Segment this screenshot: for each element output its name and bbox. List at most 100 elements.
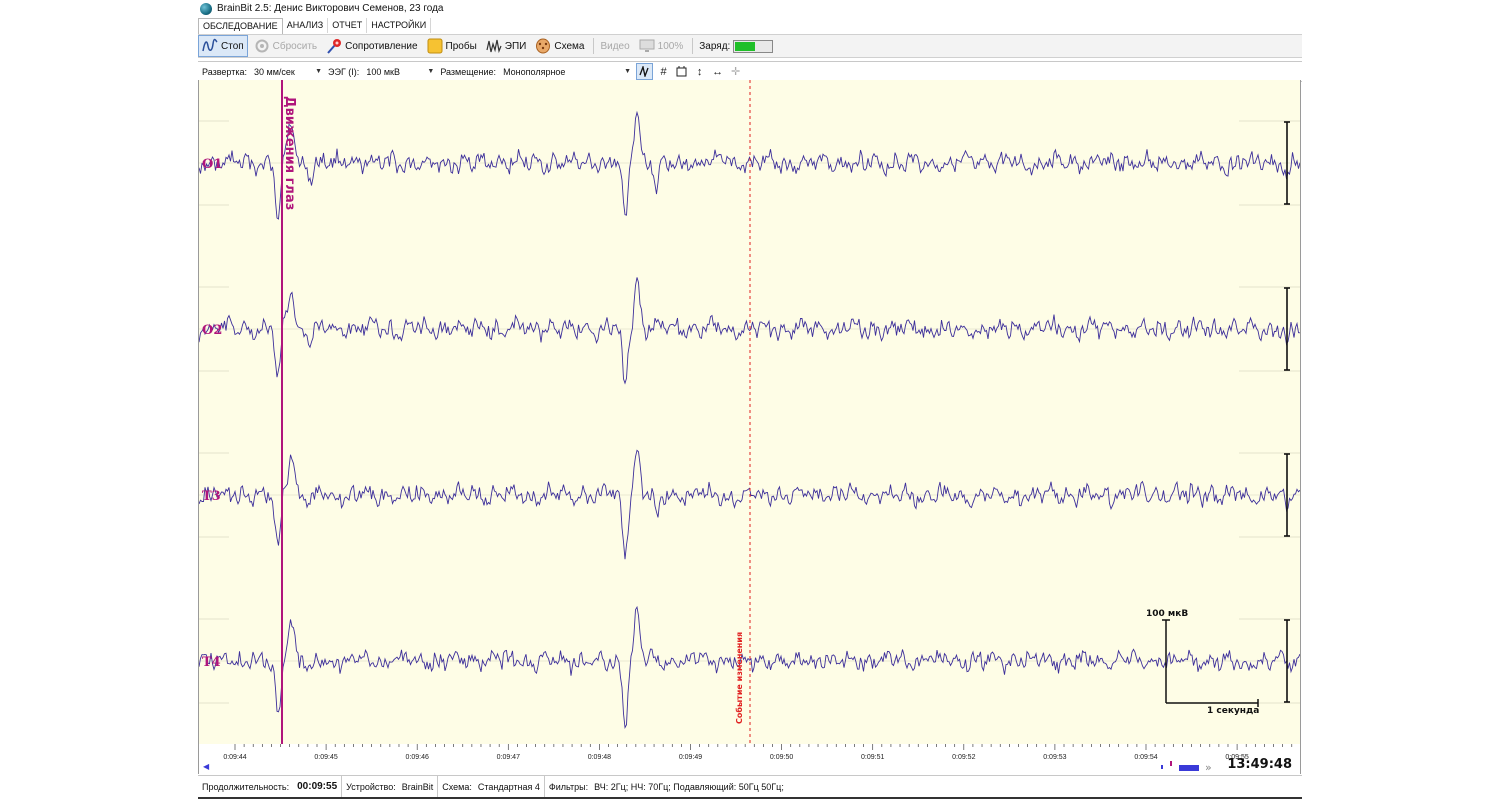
grid-toggle-button[interactable]: # (656, 64, 671, 79)
svg-text:»: » (1205, 761, 1212, 773)
probes-icon (427, 38, 443, 54)
channel-label-o2: O2 (202, 323, 222, 338)
tick-label: 0:09:48 (587, 754, 612, 761)
tick-label: 0:09:50 (769, 754, 794, 761)
chevron-down-icon: ▼ (624, 67, 632, 75)
reset-label: Сбросить (272, 40, 318, 52)
tab-report[interactable]: ОТЧЕТ (328, 18, 368, 33)
tick-label: 0:09:51 (861, 754, 885, 761)
tick-label: 0:09:53 (1043, 754, 1067, 761)
tab-analysis[interactable]: АНАЛИЗ (283, 18, 329, 33)
chevron-down-icon: ▼ (427, 67, 435, 75)
impedance-label: Сопротивление (345, 40, 418, 52)
eeg-trace-t4 (199, 605, 1300, 729)
filters-value: ВЧ: 2Гц; НЧ: 70Гц; Подавляющий: 50Гц 50Г… (594, 781, 784, 792)
window-title: BrainBit 2.5: Денис Викторович Семенов, … (217, 3, 444, 14)
tick-label: 0:09:52 (952, 754, 976, 761)
reset-icon (255, 39, 269, 53)
tick-label: 0:09:46 (405, 754, 429, 761)
tick-label: 0:09:54 (1134, 754, 1158, 761)
signal-traces (199, 110, 1300, 729)
status-filters: Фильтры: ВЧ: 2Гц; НЧ: 70Гц; Подавляющий:… (545, 776, 788, 797)
title-bar: BrainBit 2.5: Денис Викторович Семенов, … (198, 0, 1302, 17)
placement-select[interactable]: Монополярное ▼ (500, 64, 634, 79)
calibration-marker: 100 мкВ 1 секунда (1146, 609, 1259, 716)
crosshair-icon: ✛ (730, 66, 741, 78)
channel-label-o1: O1 (202, 157, 222, 172)
chevron-down-icon: ▼ (315, 67, 322, 75)
probes-button[interactable]: Пробы (424, 36, 480, 56)
tick-label: 0:09:44 (223, 754, 247, 761)
probes-label: Пробы (445, 40, 477, 52)
battery-icon (733, 39, 774, 53)
channel-label-t3: T3 (202, 489, 221, 504)
scheme-value: Стандартная 4 (477, 781, 540, 792)
scroll-left-icon[interactable]: ◀ (203, 762, 209, 771)
horizontal-arrows-icon: ↔ (712, 65, 724, 78)
calibration-amplitude: 100 мкВ (1146, 609, 1188, 619)
wave-icon (202, 38, 218, 52)
eeg-select[interactable]: 100 мкВ ▼ (363, 64, 437, 79)
scheme-button[interactable]: Схема (532, 36, 587, 56)
toolbar: Стоп Сбросить Сопротивление Пробы ЭПИ Сх… (198, 35, 1302, 58)
device-value: BrainBit (401, 781, 434, 792)
sweep-value: 30 мм/сек (254, 66, 295, 77)
monitor-icon (639, 39, 655, 52)
calibration-duration: 1 секунда (1207, 706, 1259, 716)
duration-label: Продолжительность: (202, 781, 290, 792)
stop-button[interactable]: Стоп (198, 35, 248, 57)
grid-icon: # (660, 65, 667, 78)
eeg-trace-o2 (199, 277, 1300, 385)
zoom-button[interactable]: 100% (636, 36, 687, 56)
eeg-value: 100 мкВ (366, 66, 400, 77)
reset-button[interactable]: Сбросить (251, 36, 320, 56)
signal-mode-button[interactable] (636, 63, 654, 80)
tab-settings[interactable]: НАСТРОЙКИ (367, 18, 432, 33)
frame-icon (676, 66, 687, 77)
electrode-icon (327, 39, 342, 54)
scheme-label: Схема: (442, 781, 472, 792)
toolbar-separator (692, 38, 694, 54)
epi-label: ЭПИ (504, 40, 527, 52)
frame-button[interactable] (674, 64, 689, 79)
toolbar-separator (593, 38, 595, 54)
placement-value: Монополярное (503, 66, 566, 77)
scheme-label: Схема (554, 40, 585, 52)
navigator-widget[interactable]: » (1159, 759, 1219, 773)
battery-level (735, 41, 756, 51)
vertical-arrows-icon: ↕ (696, 65, 703, 78)
duration-value: 00:09:55 (297, 781, 338, 792)
crosshair-button[interactable]: ✛ (728, 64, 743, 79)
channel-labels: O1 O2 T3 T4 (202, 157, 222, 670)
video-button[interactable]: Видео (597, 36, 632, 56)
status-bar: Продолжительность: 00:09:55 Устройство: … (198, 775, 1302, 799)
timeline[interactable]: ◀ » 13:49:48 0:09:44 0:09:45 0:09:46 0:09:4… (198, 744, 1301, 774)
charge-label: Заряд: (699, 40, 731, 52)
stop-label: Стоп (221, 40, 244, 52)
vertical-scale-button[interactable]: ↕ (692, 64, 707, 79)
tab-examination[interactable]: ОБСЛЕДОВАНИЕ (198, 18, 283, 34)
sweep-select[interactable]: 30 мм/сек ▼ (251, 64, 324, 79)
epi-button[interactable]: ЭПИ (483, 36, 530, 56)
impedance-button[interactable]: Сопротивление (323, 36, 420, 56)
placement-label: Размещение: (440, 66, 497, 77)
signal-icon (639, 66, 649, 77)
sweep-label: Развертка: (202, 66, 247, 77)
options-bar: Развертка: 30 мм/сек ▼ ЭЭГ (I): 100 мкВ ▼ … (198, 61, 1302, 82)
horizontal-scale-button[interactable]: ↔ (710, 64, 725, 79)
app-logo-icon (200, 2, 212, 15)
amplitude-scale-bars (1284, 121, 1290, 703)
status-device: Устройство: BrainBit (342, 776, 439, 797)
head-icon (536, 38, 551, 54)
device-label: Устройство: (346, 781, 396, 792)
eeg-view[interactable]: O1 O2 T3 T4 Движения глаз Событие измене… (198, 80, 1301, 744)
status-scheme: Схема: Стандартная 4 (438, 776, 545, 797)
app-window: BrainBit 2.5: Денис Викторович Семенов, … (198, 0, 1302, 799)
spike-wave-icon (486, 39, 502, 54)
channel-label-t4: T4 (202, 655, 221, 670)
filters-label: Фильтры: (548, 781, 589, 792)
status-duration: Продолжительность: 00:09:55 (198, 776, 343, 797)
tick-label: 0:09:45 (314, 754, 338, 761)
zoom-label: 100% (657, 40, 684, 52)
tick-label: 0:09:49 (678, 754, 703, 761)
